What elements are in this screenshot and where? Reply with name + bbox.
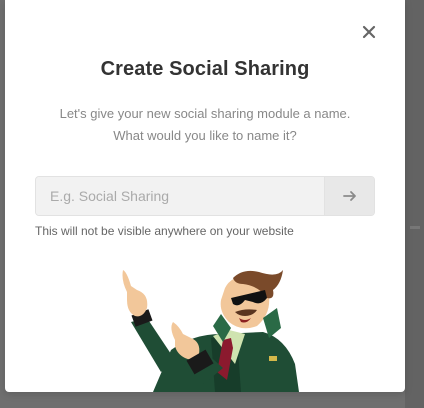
close-button[interactable] — [359, 22, 379, 42]
name-input-group — [35, 176, 375, 216]
page-scrollbar — [405, 0, 424, 408]
close-icon — [362, 25, 376, 39]
input-helper-text: This will not be visible anywhere on you… — [35, 224, 294, 238]
pointing-hero-illustration — [122, 270, 299, 392]
create-social-sharing-dialog: Create Social Sharing Let's give your ne… — [5, 0, 405, 392]
arrow-right-icon — [342, 191, 356, 201]
submit-name-button[interactable] — [324, 177, 374, 215]
module-name-input[interactable] — [36, 177, 324, 215]
dialog-description: Let's give your new social sharing modul… — [59, 106, 351, 143]
dialog-title: Create Social Sharing — [100, 58, 310, 80]
background-content-fragment — [410, 226, 420, 229]
